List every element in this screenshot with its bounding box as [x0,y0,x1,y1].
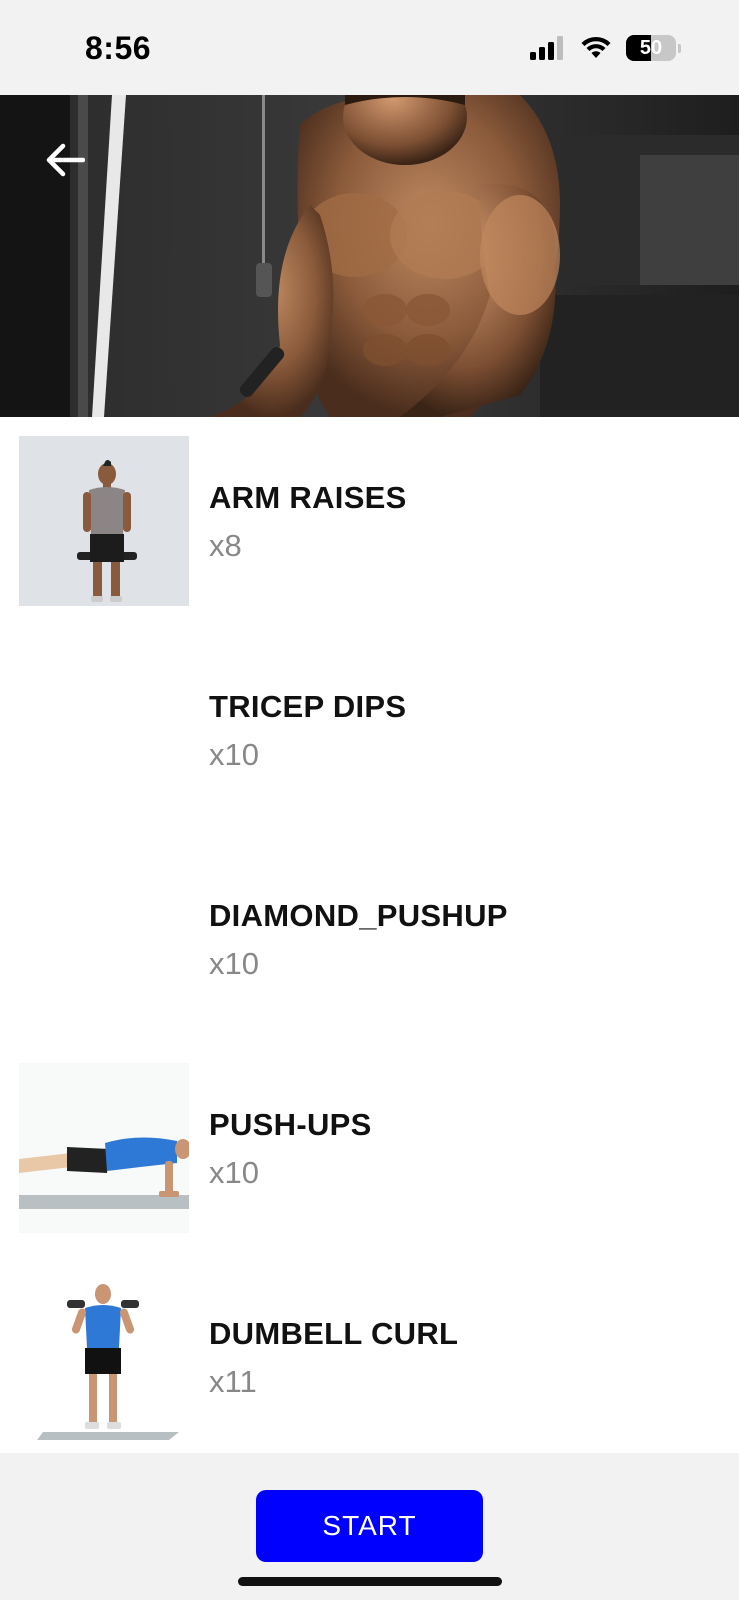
exercise-name: PUSH-UPS [209,1106,372,1142]
exercise-reps: x8 [209,527,242,563]
exercise-thumbnail [19,1272,189,1442]
exercise-reps: x10 [209,736,259,772]
status-time: 8:56 [85,30,152,66]
person-standing-dumbbells-image [19,436,189,606]
person-dumbbell-curl-image [19,1272,189,1442]
exercise-name: DIAMOND_PUSHUP [209,897,508,933]
bottom-bar: START [0,1453,739,1600]
exercise-item-diamond-pushup[interactable]: DIAMOND_PUSHUP x10 [0,835,739,1044]
exercise-reps: x10 [209,945,259,981]
start-button[interactable]: START [256,1490,483,1562]
exercise-list: ARM RAISES x8 TRICEP DIPS x10 DIAMOND_PU… [0,417,739,1462]
cellular-signal-icon [530,36,563,60]
status-bar: 8:56 50 [0,0,739,95]
exercise-item-push-ups[interactable]: PUSH-UPS x10 [0,1044,739,1253]
exercise-item-arm-raises[interactable]: ARM RAISES x8 [0,417,739,626]
person-pushup-image [19,1063,189,1233]
arrow-left-icon [46,143,85,177]
exercise-text: DIAMOND_PUSHUP x10 [209,835,508,1044]
exercise-text: TRICEP DIPS x10 [209,626,406,835]
exercise-thumbnail [19,854,189,1024]
exercise-reps: x11 [209,1363,257,1399]
exercise-thumbnail [19,436,189,606]
exercise-item-tricep-dips[interactable]: TRICEP DIPS x10 [0,626,739,835]
status-icons: 50 [530,34,681,62]
hero-illustration [0,95,739,417]
battery-tip [678,43,681,53]
exercise-name: TRICEP DIPS [209,688,407,724]
battery-level: 50 [639,36,663,59]
home-indicator[interactable] [238,1577,502,1586]
exercise-thumbnail [19,1063,189,1233]
battery-icon: 50 [626,35,676,61]
exercise-item-dumbell-curl[interactable]: DUMBELL CURL x11 [0,1253,739,1462]
hero-image [0,95,739,417]
exercise-text: PUSH-UPS x10 [209,1044,372,1253]
exercise-thumbnail [19,645,189,815]
exercise-reps: x10 [209,1154,259,1190]
exercise-name: DUMBELL CURL [209,1315,459,1351]
exercise-name: ARM RAISES [209,479,407,515]
exercise-text: DUMBELL CURL x11 [209,1253,458,1462]
exercise-text: ARM RAISES x8 [209,417,407,626]
back-button[interactable] [40,135,90,185]
wifi-icon [581,36,611,58]
